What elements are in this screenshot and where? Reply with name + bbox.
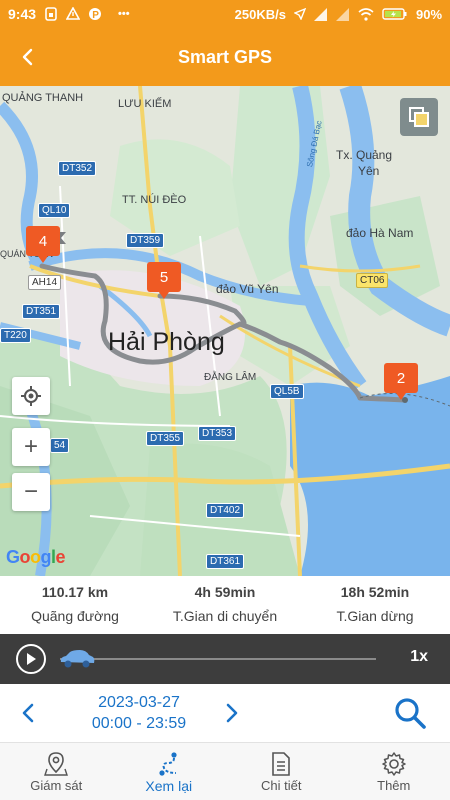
date-navigator: 2023-03-27 00:00 - 23:59: [0, 684, 450, 742]
status-left: 9:43 P •••: [8, 6, 130, 22]
zoom-in-button[interactable]: +: [12, 428, 50, 466]
stat-stop-time: 18h 52min T.Gian dừng: [300, 576, 450, 634]
layers-button[interactable]: [400, 98, 438, 136]
stat-label: T.Gian di chuyển: [172, 608, 278, 624]
network-speed: 250KB/s: [234, 6, 286, 22]
next-day-button[interactable]: [212, 684, 252, 742]
zoom-out-button[interactable]: −: [12, 473, 50, 511]
sim-icon: [44, 7, 58, 21]
road-badge: DT355: [146, 431, 185, 446]
stat-value: 4h 59min: [194, 584, 256, 600]
road-badge: DT361: [206, 554, 245, 569]
search-icon: [395, 698, 426, 729]
back-chevron-icon: [22, 48, 33, 66]
map-label-hai-phong: Hải Phòng: [108, 328, 225, 356]
bottom-navigation: Giám sát Xem lại Chi tiết Thêm: [0, 742, 450, 800]
nav-more[interactable]: Thêm: [338, 743, 450, 800]
map-label-luu-kiem: LƯU KIẾM: [118, 98, 172, 110]
chevron-left-icon: [22, 703, 34, 723]
nav-details[interactable]: Chi tiết: [225, 743, 338, 800]
nav-label: Giám sát: [30, 778, 83, 793]
crosshair-icon: [21, 386, 41, 406]
map-label-quang-thanh: QUẢNG THANH: [2, 92, 84, 104]
stat-value: 110.17 km: [41, 584, 109, 600]
trip-stats: 110.17 km Quãng đường 4h 59min T.Gian di…: [0, 576, 450, 634]
chevron-right-icon: [226, 703, 238, 723]
google-logo: Google: [6, 547, 66, 568]
road-badge: DT352: [58, 161, 97, 176]
stat-moving-time: 4h 59min T.Gian di chuyển: [150, 576, 300, 634]
road-badge: DT402: [206, 503, 245, 518]
map-label-tt-nui-deo: TT. NÚI ĐÈO: [122, 194, 187, 206]
page-title: Smart GPS: [177, 46, 273, 67]
playback-speed[interactable]: 1x: [410, 648, 428, 666]
svg-text:P: P: [92, 10, 99, 21]
document-icon: [270, 750, 292, 778]
wifi-icon: [358, 7, 374, 21]
playback-handle[interactable]: [58, 649, 96, 674]
layers-icon: [409, 107, 429, 127]
map-label-tx-quang-yen-2: Yên: [358, 164, 380, 178]
selected-date: 2023-03-27: [98, 694, 180, 711]
route-marker[interactable]: 5: [147, 262, 181, 299]
warning-icon: [66, 7, 81, 21]
playback-bar: 1x: [0, 634, 450, 684]
more-indicator: •••: [118, 8, 130, 20]
signal-icon: [313, 7, 328, 21]
nav-label: Xem lại: [145, 777, 193, 794]
route-marker[interactable]: 2: [384, 363, 418, 400]
map-label-dang-lam: ĐẰNG LÂM: [204, 372, 257, 383]
map-view[interactable]: QUẢNG THANH LƯU KIẾM Tx. Quảng Yên Sông …: [0, 86, 450, 576]
play-button[interactable]: [16, 644, 46, 674]
road-badge: DT353: [198, 426, 237, 441]
back-button[interactable]: [0, 28, 56, 86]
p-app-icon: P: [88, 7, 102, 21]
route-marker[interactable]: 4: [26, 226, 60, 263]
google-logo-letter: G: [6, 547, 20, 567]
road-badge: QL5B: [270, 384, 304, 399]
google-logo-letter: e: [55, 547, 66, 567]
road-badge: QL10: [38, 203, 71, 218]
nav-label: Chi tiết: [261, 778, 302, 793]
stat-label: T.Gian dừng: [336, 608, 414, 624]
search-button[interactable]: [390, 693, 430, 733]
map-pin-icon: [43, 750, 69, 778]
app-screen: 9:43 P ••• 250KB/s 90% Smart GPS QUẢNG T…: [0, 0, 450, 800]
clock: 9:43: [8, 6, 37, 22]
play-icon: [27, 653, 36, 665]
stat-value: 18h 52min: [340, 584, 410, 600]
app-header: Smart GPS: [0, 28, 450, 86]
car-icon: [60, 650, 95, 668]
map-label-tx-quang-yen: Tx. Quảng: [336, 148, 393, 162]
stat-label: Quãng đường: [31, 608, 119, 624]
signal-icon: [335, 7, 350, 21]
nav-monitor[interactable]: Giám sát: [0, 743, 113, 800]
road-badge: DT359: [126, 233, 165, 248]
map-label-dao-vu-yen: đảo Vũ Yên: [216, 282, 279, 296]
road-badge: CT06: [356, 273, 389, 288]
road-badge: DT351: [22, 304, 61, 319]
status-right: 250KB/s 90%: [235, 7, 442, 22]
battery-level: 90%: [415, 6, 442, 22]
google-logo-letter: o: [19, 547, 31, 567]
nav-playback[interactable]: Xem lại: [113, 743, 226, 800]
road-badge: AH14: [28, 275, 62, 290]
nav-label: Thêm: [377, 778, 411, 793]
battery-icon: [382, 7, 408, 21]
time-range: 00:00 - 23:59: [91, 715, 187, 732]
date-picker[interactable]: 2023-03-27 00:00 - 23:59: [64, 692, 214, 734]
locate-button[interactable]: [12, 377, 50, 415]
google-logo-letter: o: [30, 547, 41, 567]
road-badge: T220: [0, 328, 31, 343]
stat-distance: 110.17 km Quãng đường: [0, 576, 150, 634]
gear-icon: [381, 750, 407, 778]
status-bar: 9:43 P ••• 250KB/s 90%: [0, 0, 450, 28]
map-label-dao-ha-nam: đảo Hà Nam: [346, 226, 414, 240]
location-arrow-icon: [293, 8, 306, 20]
prev-day-button[interactable]: [8, 684, 48, 742]
playback-track[interactable]: [60, 658, 376, 660]
google-logo-letter: g: [40, 547, 52, 567]
road-badge: 54: [50, 438, 70, 453]
route-icon: [156, 750, 182, 778]
